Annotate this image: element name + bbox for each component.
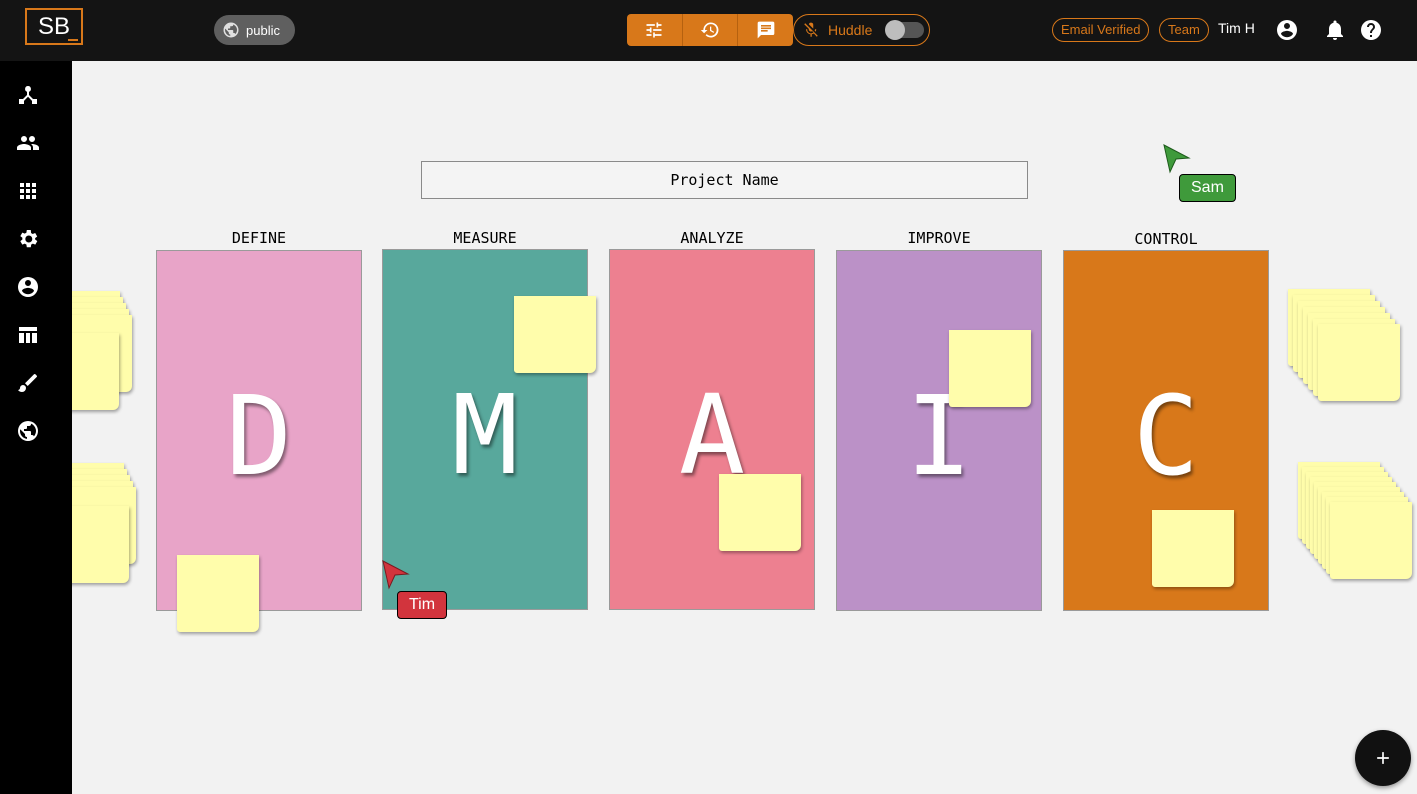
column-letter: C	[1132, 372, 1200, 500]
column-title-define: DEFINE	[231, 229, 287, 247]
column-letter: M	[451, 371, 519, 499]
network-icon[interactable]	[16, 83, 40, 107]
account-icon[interactable]	[16, 275, 40, 299]
sticky-note[interactable]	[72, 506, 129, 583]
grid-icon[interactable]	[16, 179, 40, 203]
project-name-field[interactable]: Project Name	[421, 161, 1028, 199]
sticky-note[interactable]	[1330, 502, 1412, 579]
column-improve[interactable]: I	[836, 250, 1042, 611]
sticky-note[interactable]	[1152, 510, 1234, 587]
column-title-measure: MEASURE	[453, 229, 517, 247]
email-verified-badge: Email Verified	[1052, 18, 1150, 42]
table-icon[interactable]	[16, 323, 40, 347]
sticky-note[interactable]	[514, 296, 596, 373]
visibility-toggle[interactable]: public	[214, 15, 295, 45]
sticky-note[interactable]	[719, 474, 801, 551]
chat-icon	[757, 21, 775, 39]
history-icon	[700, 22, 719, 38]
huddle-toggle[interactable]	[885, 20, 925, 40]
add-button[interactable]	[1355, 730, 1411, 786]
mic-off-icon[interactable]	[802, 21, 820, 39]
plus-icon	[1377, 752, 1389, 764]
brush-icon[interactable]	[16, 371, 40, 395]
cursor-label-sam: Sam	[1179, 174, 1236, 202]
app-logo[interactable]: SB	[25, 8, 83, 45]
bell-icon[interactable]	[1323, 18, 1347, 42]
gear-icon[interactable]	[16, 227, 40, 251]
help-icon[interactable]	[1359, 18, 1383, 42]
visibility-label: public	[246, 22, 280, 38]
team-badge[interactable]: Team	[1159, 18, 1209, 42]
board-canvas[interactable]: Project Name DEFINE MEASURE ANALYZE IMPR…	[72, 61, 1417, 794]
settings-sliders-button[interactable]	[627, 14, 683, 46]
sticky-note[interactable]	[72, 333, 119, 410]
sticky-note[interactable]	[177, 555, 259, 632]
people-icon[interactable]	[16, 131, 40, 155]
huddle-control: Huddle	[793, 14, 930, 46]
sticky-note[interactable]	[1318, 324, 1400, 401]
globe-icon	[223, 22, 239, 38]
column-title-control: CONTROL	[1134, 230, 1198, 248]
user-name[interactable]: Tim H	[1218, 20, 1255, 36]
cursor-label-tim: Tim	[397, 591, 448, 619]
huddle-label: Huddle	[828, 22, 873, 38]
sidebar	[0, 61, 72, 794]
column-letter: D	[225, 372, 293, 500]
sticky-note[interactable]	[949, 330, 1031, 407]
globe-icon[interactable]	[16, 419, 40, 443]
history-button[interactable]	[683, 14, 739, 46]
column-title-analyze: ANALYZE	[680, 229, 744, 247]
column-title-improve: IMPROVE	[907, 229, 971, 247]
toolbar-group	[627, 14, 793, 46]
account-circle-icon[interactable]	[1275, 18, 1299, 42]
cursor-arrow-icon	[1163, 144, 1191, 174]
sliders-icon	[646, 22, 662, 38]
cursor-arrow-icon	[382, 560, 410, 590]
top-bar: SB public Huddle Email Verified Team Tim…	[0, 0, 1417, 61]
chat-button[interactable]	[738, 14, 793, 46]
column-analyze[interactable]: A	[609, 249, 815, 610]
toggle-knob	[885, 20, 906, 40]
